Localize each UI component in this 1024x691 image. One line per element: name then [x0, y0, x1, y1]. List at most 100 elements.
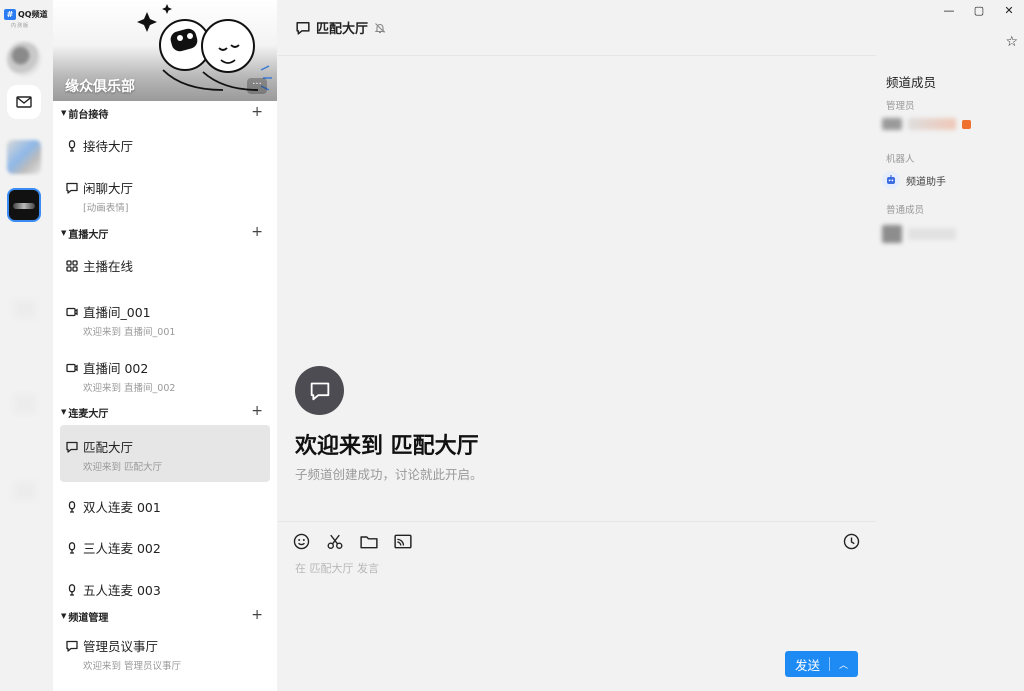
- channel-item[interactable]: 双人连麦 001: [60, 482, 270, 524]
- mute-bell-icon[interactable]: [374, 22, 386, 34]
- screenshot-button[interactable]: [326, 532, 344, 550]
- history-button[interactable]: [842, 532, 860, 550]
- channel-name: 主播在线: [83, 259, 134, 274]
- screen-cast-icon: [394, 534, 412, 548]
- channel-item[interactable]: 主播在线: [60, 245, 270, 285]
- server-icon-blurred-2[interactable]: [7, 140, 41, 174]
- channel-item[interactable]: 直播间 002 欢迎来到 直播间_002: [60, 345, 270, 400]
- guild-more-button[interactable]: ···: [247, 78, 267, 94]
- channel-name: 接待大厅: [83, 139, 134, 154]
- add-channel-button[interactable]: +: [251, 607, 263, 623]
- emoji-icon: [293, 533, 309, 549]
- category-label: 频道管理: [68, 612, 109, 624]
- channel-name: 直播间_001: [83, 305, 151, 320]
- collapse-triangle-icon: ▼: [61, 612, 67, 620]
- window-controls: — ▢ ✕: [934, 2, 1024, 18]
- clock-icon: [843, 533, 859, 549]
- rail-placeholder: [14, 395, 36, 413]
- welcome-subtitle: 子频道创建成功，讨论就此开启。: [295, 467, 483, 482]
- chat-main: 匹配大厅 欢迎来到 匹配大厅 子频道创建成功，讨论就此开启。 在 匹配大厅 发言…: [278, 0, 876, 691]
- channel-preview: 欢迎来到 匹配大厅: [83, 462, 163, 473]
- channel-item[interactable]: 三人连麦 002: [60, 524, 270, 566]
- add-channel-button[interactable]: +: [251, 104, 263, 120]
- collapse-triangle-icon: ▼: [61, 408, 67, 416]
- video-icon: [66, 363, 78, 372]
- chat-bubble-icon: [66, 640, 78, 652]
- app-logo: # QQ频道: [4, 9, 48, 20]
- category-label: 前台接待: [68, 109, 109, 121]
- channel-sidebar: 缘众俱乐部 ··· ▼ 前台接待 + 接待大厅 闲聊大厅 [动画表情] ▼ 直播…: [53, 0, 277, 691]
- maximize-icon[interactable]: ▢: [964, 2, 994, 18]
- server-rail: # QQ频道 内测版: [0, 0, 52, 691]
- rail-placeholder: [14, 482, 36, 500]
- channel-name: 闲聊大厅: [83, 181, 134, 196]
- grid-icon: [66, 259, 78, 272]
- message-input[interactable]: 在 匹配大厅 发言: [295, 560, 379, 576]
- category-header[interactable]: ▼ 前台接待 +: [53, 101, 277, 125]
- member-item[interactable]: [882, 225, 956, 243]
- guild-banner: 缘众俱乐部 ···: [53, 0, 277, 101]
- channel-item[interactable]: 管理员议事厅 欢迎来到 管理员议事厅: [60, 628, 270, 686]
- app-window: # QQ频道 内测版 缘众俱乐部 ··· ▼ 前台接待 + 接待大厅 闲聊大厅 …: [0, 0, 1024, 691]
- chat-bubble-icon: [310, 382, 329, 400]
- channel-preview: 欢迎来到 直播间_002: [83, 383, 176, 394]
- server-icon-blurred-1[interactable]: [7, 42, 41, 76]
- channel-title: 匹配大厅: [316, 22, 369, 37]
- add-channel-button[interactable]: +: [251, 403, 263, 419]
- file-button[interactable]: [360, 532, 378, 550]
- channel-preview: [动画表情]: [83, 203, 129, 214]
- category-header[interactable]: ▼ 频道管理 +: [53, 604, 277, 628]
- microphone-icon: [68, 583, 76, 596]
- screen-share-button[interactable]: [394, 532, 412, 550]
- category-label: 直播大厅: [68, 229, 109, 241]
- send-button[interactable]: 发送 ︿: [785, 651, 858, 677]
- chevron-up-icon[interactable]: ︿: [830, 658, 848, 671]
- composer-toolbar: [292, 532, 412, 550]
- bot-name: 频道助手: [906, 176, 946, 188]
- category-header[interactable]: ▼ 连麦大厅 +: [53, 400, 277, 424]
- member-panel: — ▢ ✕ ☆ 频道成员 管理员 机器人 频道助手 普通成员: [877, 0, 1024, 691]
- member-name: [908, 228, 956, 240]
- message-composer: 在 匹配大厅 发言 发送 ︿: [278, 521, 876, 691]
- robot-icon: [882, 171, 900, 189]
- minimize-icon[interactable]: —: [934, 2, 964, 18]
- folder-icon: [360, 535, 378, 548]
- channel-name: 三人连麦 002: [83, 541, 161, 556]
- microphone-icon: [68, 541, 76, 554]
- collapse-triangle-icon: ▼: [61, 109, 67, 117]
- category-header[interactable]: ▼ 直播大厅 +: [53, 221, 277, 245]
- add-channel-button[interactable]: +: [251, 224, 263, 240]
- chat-bubble-icon: [296, 21, 310, 35]
- hash-logo-icon: #: [4, 9, 16, 20]
- app-logo-text: QQ频道: [18, 10, 48, 19]
- mail-icon: [16, 96, 32, 108]
- avatar: [882, 118, 902, 130]
- app-logo-subtitle: 内测版: [11, 23, 30, 29]
- channel-name: 匹配大厅: [83, 440, 134, 455]
- channel-item-active[interactable]: 匹配大厅 欢迎来到 匹配大厅: [60, 425, 270, 482]
- member-name: [908, 118, 956, 130]
- rail-placeholder: [14, 300, 36, 318]
- channel-item[interactable]: 闲聊大厅 [动画表情]: [60, 165, 270, 221]
- close-icon[interactable]: ✕: [994, 2, 1024, 18]
- emoji-button[interactable]: [292, 532, 310, 550]
- channel-item[interactable]: 直播间_001 欢迎来到 直播间_001: [60, 285, 270, 345]
- star-icon[interactable]: ☆: [1005, 34, 1018, 50]
- server-icon-active[interactable]: [7, 188, 41, 222]
- channel-name: 管理员议事厅: [83, 639, 159, 654]
- channel-name: 双人连麦 001: [83, 500, 161, 515]
- member-group-bot: 机器人: [886, 154, 915, 165]
- channel-item[interactable]: 接待大厅: [60, 125, 270, 165]
- direct-messages-button[interactable]: [7, 85, 41, 119]
- video-icon: [66, 307, 78, 316]
- member-item[interactable]: [882, 118, 971, 130]
- guild-name[interactable]: 缘众俱乐部: [65, 76, 135, 96]
- chat-bubble-icon: [66, 182, 78, 194]
- member-group-normal: 普通成员: [886, 205, 925, 216]
- welcome-title: 欢迎来到 匹配大厅: [295, 434, 479, 459]
- send-label: 发送: [795, 657, 821, 673]
- channel-item[interactable]: 五人连麦 003: [60, 566, 270, 604]
- microphone-icon: [68, 139, 76, 152]
- scissors-icon: [327, 534, 343, 549]
- member-item-bot[interactable]: 频道助手: [882, 171, 946, 189]
